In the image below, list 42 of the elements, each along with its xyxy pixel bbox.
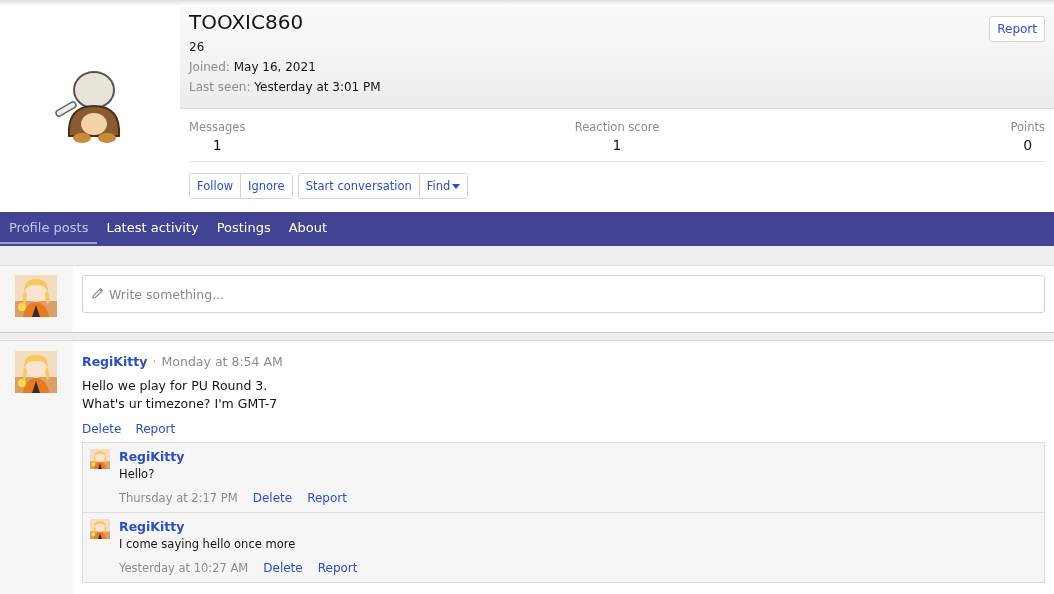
last-seen-time: Yesterday at 3:01 PM xyxy=(254,80,381,94)
tab[interactable]: About xyxy=(279,212,337,244)
post-time: Monday at 8:54 AM xyxy=(161,354,283,369)
action-button[interactable]: Ignore xyxy=(240,174,292,198)
comment-text: Hello? xyxy=(119,467,156,481)
user-title: 26 xyxy=(189,40,206,54)
author-link[interactable]: RegiKitty xyxy=(82,354,148,369)
stat-label: Points xyxy=(1010,120,1045,134)
caret-icon xyxy=(452,183,461,189)
stat-value: 1 xyxy=(212,137,222,153)
action-link[interactable]: Delete xyxy=(82,422,122,436)
stat-label: Messages xyxy=(189,120,246,134)
action-link[interactable]: Delete xyxy=(252,491,293,505)
author-link[interactable]: RegiKitty xyxy=(119,449,347,464)
dropdown-button[interactable]: Find xyxy=(418,174,468,198)
comment-text: I come saying hello once more xyxy=(119,537,297,551)
comment-time: Thursday at 2:17 PM xyxy=(119,491,238,505)
separator: · xyxy=(152,354,157,369)
comment-time: Yesterday at 10:27 AM xyxy=(119,561,249,575)
tab[interactable]: Latest activity xyxy=(97,212,208,244)
last-seen-label: Last seen: xyxy=(189,80,251,94)
tab[interactable]: Postings xyxy=(207,212,280,244)
stat-value: 0 xyxy=(1023,137,1033,153)
avatar xyxy=(15,275,57,317)
action-link[interactable]: Delete xyxy=(263,561,303,575)
post-message: Hello we play for PU Round 3. What's ur timezone? I'm GMT-7 xyxy=(82,377,279,413)
action-link[interactable]: Report xyxy=(317,561,358,575)
avatar xyxy=(90,519,110,539)
action-link[interactable]: Report xyxy=(135,422,176,436)
joined-label: Joined: xyxy=(189,60,230,74)
joined-date: May 16, 2021 xyxy=(233,60,316,74)
username: TOOXIC860 xyxy=(189,10,305,34)
tab[interactable]: Profile posts xyxy=(0,212,98,244)
avatar xyxy=(15,351,57,393)
author-link[interactable]: RegiKitty xyxy=(119,519,358,534)
report-button[interactable]: Report xyxy=(989,16,1045,42)
action-link[interactable]: Report xyxy=(307,491,347,505)
avatar xyxy=(90,449,110,469)
post-input-field[interactable]: Write something... xyxy=(82,275,1045,313)
stat-label: Reaction score xyxy=(574,120,660,134)
pencil-icon xyxy=(91,287,104,300)
stat-value: 1 xyxy=(612,137,622,153)
